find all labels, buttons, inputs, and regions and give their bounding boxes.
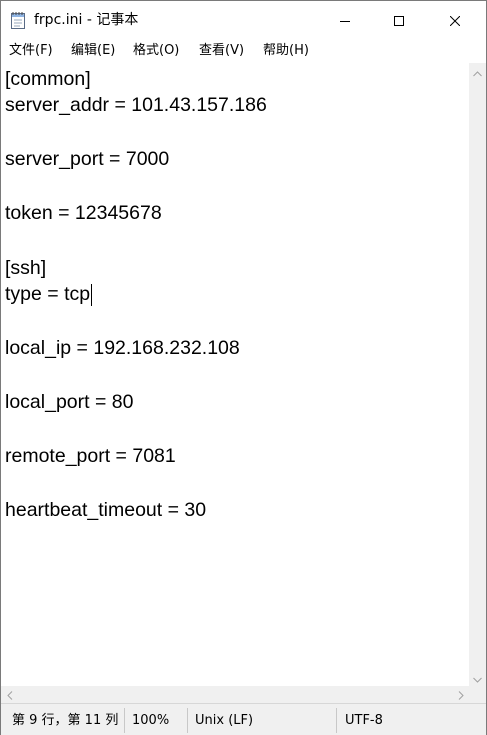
editor-line: type = tcp bbox=[5, 283, 91, 305]
maximize-icon bbox=[394, 11, 404, 30]
text-editor[interactable]: [common] server_addr = 101.43.157.186 se… bbox=[1, 63, 469, 686]
menu-file[interactable]: 文件(F) bbox=[9, 42, 53, 60]
chevron-up-icon bbox=[473, 62, 482, 81]
maximize-button[interactable] bbox=[376, 1, 422, 39]
menu-format[interactable]: 格式(O) bbox=[133, 42, 179, 60]
window-title: frpc.ini - 记事本 bbox=[34, 12, 139, 28]
scroll-left-button[interactable] bbox=[1, 686, 18, 703]
status-divider bbox=[187, 708, 188, 733]
editor-line: local_ip = 192.168.232.108 bbox=[5, 337, 240, 359]
editor-line: remote_port = 7081 bbox=[5, 445, 176, 467]
scroll-up-button[interactable] bbox=[469, 63, 486, 80]
chevron-left-icon bbox=[6, 685, 13, 704]
minimize-button[interactable] bbox=[322, 1, 368, 39]
horizontal-scrollbar[interactable] bbox=[1, 686, 469, 703]
menu-view[interactable]: 查看(V) bbox=[199, 42, 244, 60]
text-caret bbox=[91, 284, 92, 306]
editor-line: heartbeat_timeout = 30 bbox=[5, 499, 207, 521]
status-bar: 第 9 行，第 11 列 100% Unix (LF) UTF-8 bbox=[1, 703, 486, 735]
notepad-window: frpc.ini - 记事本 文件(F) 编辑(E) 格式(O) 查看(V) 帮… bbox=[0, 0, 487, 735]
minimize-icon bbox=[340, 11, 350, 30]
close-button[interactable] bbox=[432, 1, 478, 39]
vertical-scrollbar[interactable] bbox=[469, 63, 486, 686]
status-divider bbox=[124, 708, 125, 733]
editor-line: server_port = 7000 bbox=[5, 148, 170, 170]
scroll-right-button[interactable] bbox=[452, 686, 469, 703]
scrollbar-corner bbox=[469, 686, 486, 703]
status-encoding: UTF-8 bbox=[345, 713, 383, 728]
status-zoom: 100% bbox=[132, 713, 170, 728]
editor-line: server_addr = 101.43.157.186 bbox=[5, 94, 267, 116]
status-divider bbox=[336, 708, 337, 733]
title-bar[interactable]: frpc.ini - 记事本 bbox=[1, 1, 486, 39]
status-line-ending: Unix (LF) bbox=[195, 713, 254, 728]
chevron-down-icon bbox=[473, 668, 482, 687]
editor-line: local_port = 80 bbox=[5, 391, 134, 413]
status-cursor-position: 第 9 行，第 11 列 bbox=[12, 713, 119, 728]
menu-edit[interactable]: 编辑(E) bbox=[71, 42, 115, 60]
menu-help[interactable]: 帮助(H) bbox=[263, 42, 309, 60]
scroll-down-button[interactable] bbox=[469, 669, 486, 686]
editor-line: [common] bbox=[5, 68, 91, 90]
menu-bar: 文件(F) 编辑(E) 格式(O) 查看(V) 帮助(H) bbox=[1, 39, 486, 63]
close-icon bbox=[449, 11, 461, 30]
notepad-icon bbox=[10, 11, 26, 29]
editor-line: token = 12345678 bbox=[5, 202, 162, 224]
chevron-right-icon bbox=[458, 685, 464, 704]
editor-line: [ssh] bbox=[5, 257, 47, 279]
